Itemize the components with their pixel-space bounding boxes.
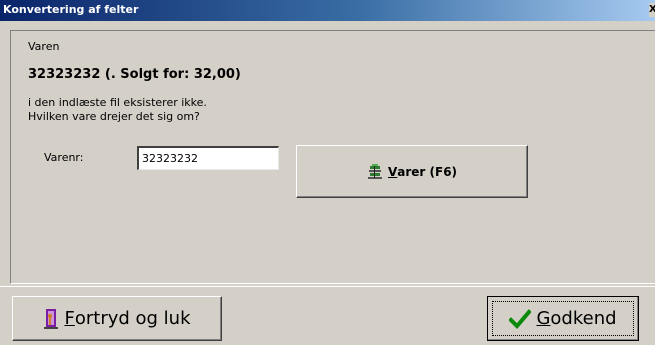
- varenr-input[interactable]: [137, 146, 279, 170]
- info-text-line-1: i den indlæste fil eksisterer ikke.: [28, 96, 207, 109]
- checkmark-icon: [508, 308, 533, 329]
- godkend-button[interactable]: Godkend: [487, 296, 639, 341]
- varer-label: arer (F6): [397, 164, 458, 179]
- item-description: 32323232 (. Solgt for: 32,00): [28, 67, 241, 82]
- godkend-label: odkend: [550, 308, 617, 329]
- fortryd-og-luk-button[interactable]: Fortryd og luk: [12, 296, 222, 341]
- fortryd-accel: F: [64, 308, 75, 329]
- varer-button[interactable]: Varer (F6): [296, 145, 528, 198]
- caption-label: Varen: [28, 40, 60, 53]
- varer-accel: V: [387, 164, 398, 179]
- title-bar: Konvertering af felter X: [0, 0, 655, 21]
- close-button[interactable]: X: [649, 3, 655, 17]
- varenr-label: Varenr:: [44, 151, 84, 164]
- godkend-accel: G: [536, 308, 551, 329]
- inventory-icon: [367, 163, 383, 180]
- button-bar-divider: [0, 286, 655, 287]
- info-text-line-2: Hvilken vare drejer det sig om?: [28, 110, 200, 123]
- door-exit-icon: [43, 308, 59, 330]
- window-title: Konvertering af felter: [3, 3, 139, 16]
- fortryd-label: ortryd og luk: [74, 308, 191, 329]
